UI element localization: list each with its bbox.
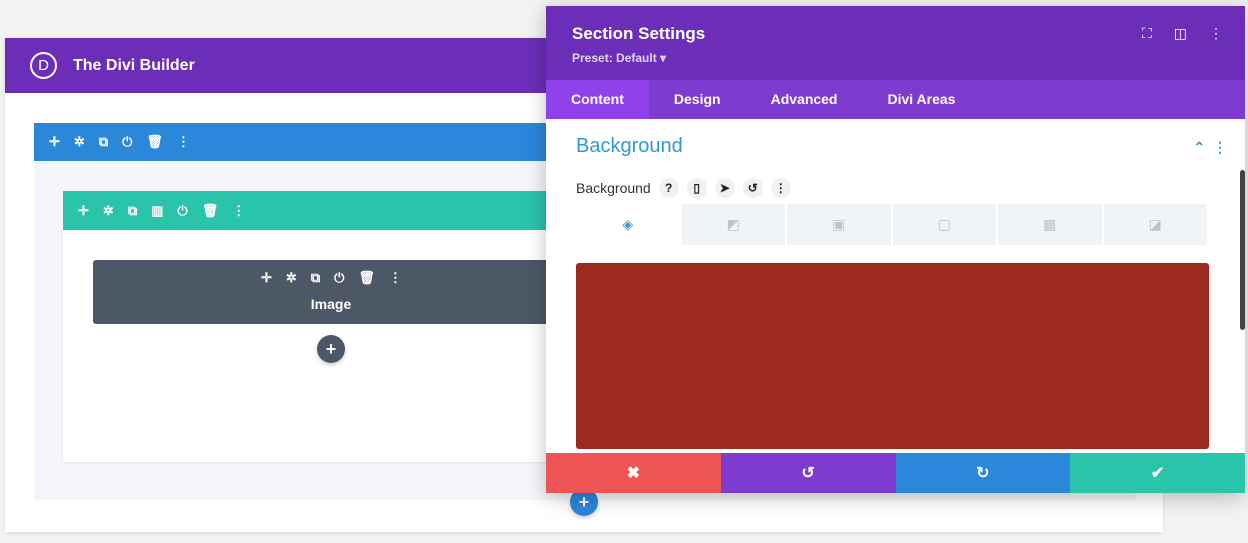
trash-icon[interactable]: 🗑︎ [202,203,219,219]
divi-logo: D [30,52,57,79]
panel-header: Section Settings Preset: Default ▾ ⛶ ◫ ⋮ [546,6,1245,80]
image-icon[interactable]: ▣ [787,204,893,245]
gear-icon[interactable]: ✲ [286,270,297,286]
panel-tabs: Content Design Advanced Divi Areas [546,80,1245,119]
tab-design[interactable]: Design [649,80,746,119]
hover-cursor-icon[interactable]: ➤ [714,178,735,198]
panel-footer: ✖ ↺ ↻ ✔ [546,453,1245,493]
video-icon[interactable]: ▢ [893,204,998,245]
mask-icon[interactable]: ◪ [1104,204,1209,245]
power-icon[interactable]: ⏻ [334,270,344,286]
group-title[interactable]: Background [576,135,683,158]
tab-advanced[interactable]: Advanced [746,80,863,119]
duplicate-icon[interactable]: ⧉ [311,270,320,286]
gradient-icon[interactable]: ◩ [682,204,787,245]
tab-content[interactable]: Content [546,80,649,119]
preset-dropdown[interactable]: Preset: Default ▾ [572,51,666,65]
columns-icon[interactable]: ▥ [151,203,163,219]
more-icon[interactable]: ⋮ [232,203,245,219]
more-icon[interactable]: ⋮ [1213,139,1227,155]
move-icon[interactable]: ✛ [261,270,272,286]
pattern-icon[interactable]: ▩ [998,204,1104,245]
more-icon[interactable]: ⋮ [177,134,190,150]
save-button[interactable]: ✔ [1070,453,1245,493]
mobile-icon[interactable]: ▯ [686,178,707,198]
background-color-swatch[interactable] [576,263,1209,449]
logo-letter: D [38,57,49,74]
redo-button[interactable]: ↻ [895,453,1071,493]
plus-icon: + [578,491,590,512]
more-icon[interactable]: ⋮ [389,270,402,286]
cancel-button[interactable]: ✖ [546,453,721,493]
duplicate-icon[interactable]: ⧉ [128,203,137,219]
power-icon[interactable]: ⏻ [122,134,132,150]
reset-icon[interactable]: ↺ [742,178,763,198]
trash-icon[interactable]: 🗑︎ [358,270,375,286]
undo-button[interactable]: ↺ [720,453,896,493]
split-view-icon[interactable]: ◫ [1174,25,1187,42]
gear-icon[interactable]: ✲ [103,203,114,219]
panel-title: Section Settings [572,24,706,43]
more-icon[interactable]: ⋮ [770,178,791,198]
panel-scrollbar[interactable] [1240,170,1245,330]
tab-divi-areas[interactable]: Divi Areas [863,80,981,119]
move-icon[interactable]: ✛ [49,134,60,150]
trash-icon[interactable]: 🗑︎ [146,134,163,150]
builder-title: The Divi Builder [73,56,195,74]
module-label: Image [310,296,352,312]
background-type-tabs: ◈ ◩ ▣ ▢ ▩ ◪ [576,204,1209,245]
move-icon[interactable]: ✛ [78,203,89,219]
help-icon[interactable]: ? [658,178,679,198]
chevron-up-icon[interactable]: ⌃ [1193,139,1205,155]
group-controls: ⌃ ⋮ [1193,139,1227,156]
gear-icon[interactable]: ✲ [74,134,85,150]
add-module-button[interactable]: + [317,335,345,363]
focus-icon[interactable]: ⛶ [1142,25,1152,42]
section-settings-panel: Section Settings Preset: Default ▾ ⛶ ◫ ⋮… [546,6,1245,493]
background-field-label-row: Background ? ▯ ➤ ↺ ⋮ [576,178,791,198]
more-icon[interactable]: ⋮ [1209,25,1223,42]
power-icon[interactable]: ⏻ [177,203,187,219]
duplicate-icon[interactable]: ⧉ [99,134,108,150]
field-label: Background [576,180,651,196]
color-icon[interactable]: ◈ [576,204,682,245]
plus-icon: + [325,338,337,359]
